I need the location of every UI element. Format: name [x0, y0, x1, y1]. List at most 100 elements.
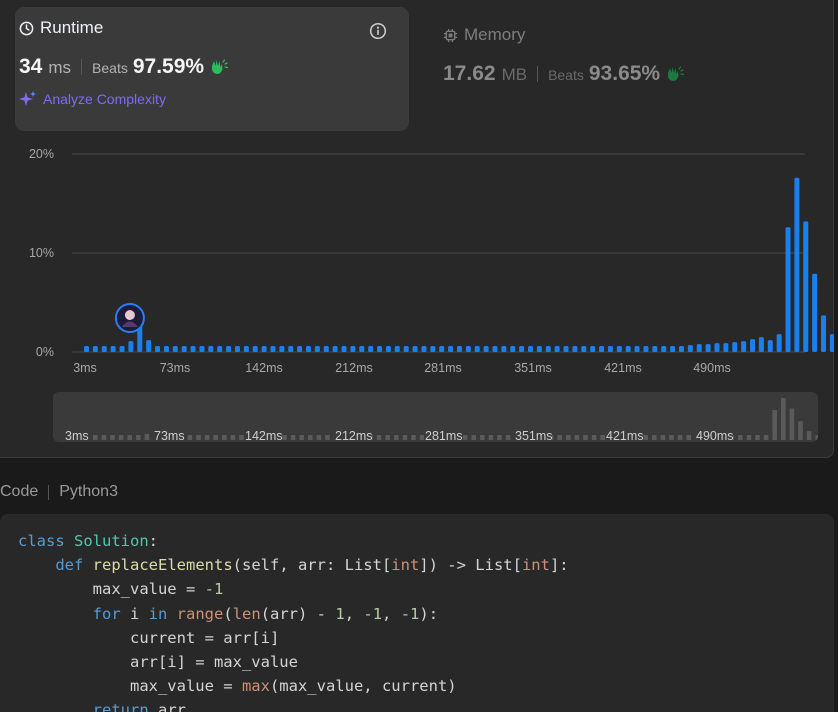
chart-bar — [705, 344, 711, 352]
chart-bar — [607, 346, 613, 352]
chart-bar — [821, 315, 827, 352]
chart-bar — [785, 227, 791, 352]
chart-bar — [421, 346, 427, 352]
runtime-stats: 34 ms Beats 97.59% — [19, 55, 229, 79]
info-icon[interactable] — [369, 22, 387, 40]
chart-bar — [456, 346, 462, 352]
overview-bar — [738, 435, 743, 440]
overview-bar — [781, 398, 786, 440]
overview-bar — [239, 435, 244, 440]
overview-bar — [806, 431, 812, 440]
chart-bar — [678, 346, 684, 352]
overview-bar — [325, 435, 330, 440]
code-line: class Solution: — [18, 532, 159, 550]
chart-bar — [652, 346, 658, 352]
runtime-analysis-panel: Runtime 34 ms Beats 97.59% Analyze Compl… — [0, 0, 834, 458]
overview-bar — [282, 435, 287, 440]
overview-bar — [308, 435, 313, 440]
memory-unit: MB — [501, 65, 528, 84]
overview-bar — [566, 435, 571, 440]
chart-bar — [643, 346, 649, 352]
chart-bar — [661, 346, 667, 352]
overview-bar — [798, 421, 803, 440]
overview-bar — [660, 435, 666, 440]
overview-bar — [118, 435, 124, 440]
overview-tick-label: 351ms — [515, 429, 553, 442]
clock-icon — [19, 21, 34, 35]
overview-bar — [557, 435, 562, 440]
overview-bar — [652, 435, 657, 440]
clap-hands-icon — [668, 66, 685, 81]
overview-bar — [462, 435, 468, 440]
chart-bar — [448, 346, 454, 352]
chart-bar — [101, 346, 107, 352]
overview-bar — [497, 435, 502, 440]
y-tick-label: 0% — [36, 345, 54, 359]
chart-bar — [403, 346, 409, 352]
overview-tick-label: 142ms — [245, 429, 283, 442]
overview-bar — [101, 435, 107, 440]
chart-bar — [510, 346, 516, 352]
chart-bar — [412, 346, 418, 352]
language-label: Python3 — [59, 483, 118, 500]
overview-bar — [480, 435, 485, 440]
x-tick-label: 3ms — [73, 361, 97, 375]
overview-bar — [136, 435, 141, 440]
chart-bar — [625, 346, 631, 352]
chart-bar — [465, 346, 471, 352]
overview-tick-label: 281ms — [425, 429, 463, 442]
chart-bar — [155, 346, 161, 352]
code-line: def replaceElements(self, arr: List[int]… — [55, 556, 569, 575]
memory-beats-percent: 93.65% — [588, 62, 661, 85]
chart-bar — [714, 343, 720, 352]
chart-bar — [314, 346, 320, 352]
overview-bar — [196, 435, 201, 440]
x-tick-label: 421ms — [604, 361, 642, 375]
overview-bar — [376, 435, 382, 440]
memory-title-label: Memory — [464, 25, 526, 44]
overview-bar — [127, 435, 132, 440]
chart-bar — [297, 346, 303, 352]
chart-bar — [199, 346, 205, 352]
divider — [537, 66, 539, 82]
overview-bar — [187, 435, 193, 440]
code-tab-label[interactable]: Code — [0, 483, 38, 501]
analyze-complexity-link[interactable]: Analyze Complexity — [19, 90, 166, 108]
runtime-beats-percent: 97.59% — [132, 55, 205, 78]
overview-bar — [488, 435, 494, 440]
chart-bar — [110, 346, 116, 352]
overview-bar — [402, 435, 408, 440]
chart-bar — [368, 346, 374, 352]
y-tick-label: 20% — [29, 147, 54, 161]
chart-bar — [92, 346, 98, 352]
chart-bar — [226, 346, 232, 352]
overview-bar — [204, 435, 210, 440]
x-tick-label: 351ms — [514, 361, 552, 375]
overview-bar — [110, 435, 115, 440]
range-selector[interactable]: 3ms 73ms 142ms 212ms 281ms 351ms 421ms 490ms — [53, 392, 818, 442]
overview-bar — [677, 435, 683, 440]
chart-bar — [758, 337, 764, 352]
chart-bar — [501, 346, 507, 352]
chart-bar — [723, 343, 729, 352]
overview-bar — [600, 435, 605, 440]
overview-bar — [763, 435, 769, 440]
chart-bar — [394, 346, 400, 352]
chart-bar — [599, 346, 605, 352]
runtime-distribution-chart[interactable]: 20% 10% 0% 3ms 73ms 142ms 212ms 281ms 351ms 421ms… — [0, 140, 834, 385]
overview-bar — [230, 435, 236, 440]
memory-beats-label: Beats — [548, 67, 584, 83]
overview-bar — [316, 435, 322, 440]
chart-bar — [545, 346, 551, 352]
chart-bar — [190, 346, 196, 352]
overview-bar — [643, 435, 648, 440]
code-block[interactable]: class Solution: def replaceElements(self… — [0, 514, 834, 712]
chart-bar — [750, 339, 755, 352]
chart-bar — [536, 346, 542, 352]
chart-bar — [741, 341, 747, 352]
divider — [48, 484, 50, 500]
chart-bar — [385, 346, 391, 352]
chart-bar — [146, 340, 152, 352]
range-selector-overview[interactable]: 3ms 73ms 142ms 212ms 281ms 351ms 421ms 490ms — [53, 392, 818, 442]
memory-title[interactable]: Memory — [443, 25, 525, 45]
